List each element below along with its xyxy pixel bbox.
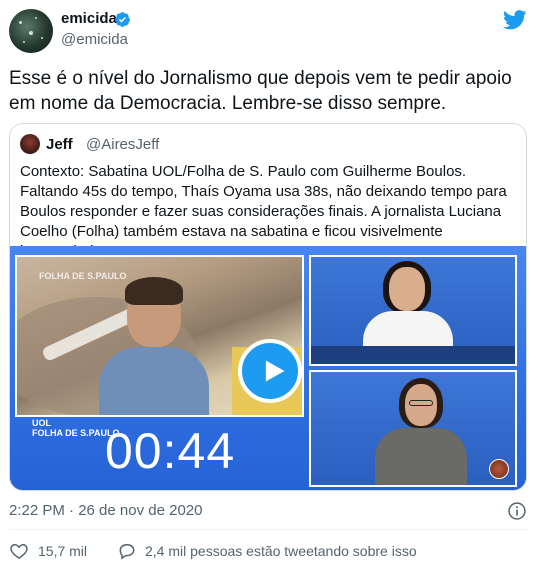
- quoted-author-handle[interactable]: @AiresJeff: [86, 136, 159, 153]
- quoted-tweet[interactable]: Jeff @AiresJeff Contexto: Sabatina UOL/F…: [9, 123, 527, 491]
- video-timer: 00:44: [105, 423, 236, 479]
- conversation-link[interactable]: 2,4 mil pessoas estão tweetando sobre is…: [145, 543, 417, 559]
- video-player[interactable]: FOLHA DE S.PAULO UOL FOLHA DE S.PAULO 00…: [10, 246, 526, 490]
- verified-badge-icon: [115, 12, 130, 27]
- play-icon: [265, 360, 285, 382]
- video-corner-avatar: [489, 459, 509, 479]
- speaker-figure: [99, 277, 209, 415]
- quoted-author-display-name[interactable]: Jeff: [46, 136, 73, 153]
- twitter-bird-icon[interactable]: [503, 9, 527, 31]
- video-panel-interviewer-1: [309, 255, 517, 366]
- play-button[interactable]: [238, 339, 302, 403]
- tweet-text: Esse é o nível do Jornalismo que depois …: [9, 68, 512, 114]
- info-icon[interactable]: [507, 501, 527, 521]
- tweet-timestamp[interactable]: 2:22 PM · 26 de nov de 2020: [9, 502, 202, 519]
- author-handle[interactable]: @emicida: [61, 31, 128, 48]
- video-panel-interviewer-2: [309, 370, 517, 487]
- video-logo-top: FOLHA DE S.PAULO: [39, 271, 127, 281]
- tweet-card: emicida @emicida Esse é o nível do Jorna…: [0, 0, 541, 571]
- author-avatar[interactable]: [9, 9, 53, 53]
- author-display-name[interactable]: emicida: [61, 10, 117, 27]
- heart-icon[interactable]: [9, 541, 29, 561]
- like-count[interactable]: 15,7 mil: [38, 543, 87, 559]
- divider: [9, 529, 529, 530]
- quoted-author-avatar[interactable]: [20, 134, 40, 154]
- speech-bubble-icon[interactable]: [117, 541, 137, 561]
